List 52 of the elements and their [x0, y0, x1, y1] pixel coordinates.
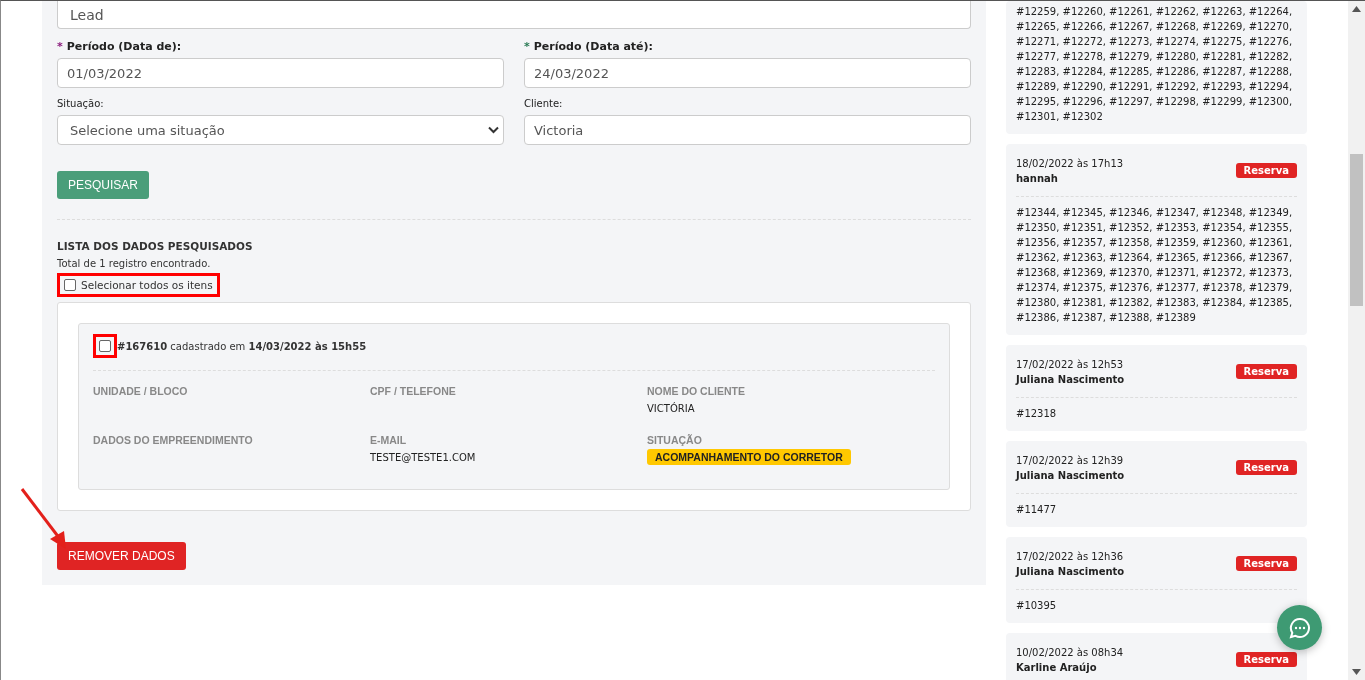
date-from-label: Período (Data de): — [66, 40, 182, 53]
field-label: DADOS DO EMPREENDIMENTO — [93, 434, 254, 446]
history-units: #12259, #12260, #12261, #12262, #12263, #12264, #12265, #12266, #12267, #12268, #12269, #12270, #12271, #12272, #12273, #12274, #12275, #12276, #12277, #12278, #12279, #12280, #12281, #12282, #12283, #12284, #12285, #12286, #12287, #12288, #12289, #12290, #12291, #12292, #12293, #12294, #12295, #12296, #12297, #12298, #12299, #12300, #12301, #12302 — [1016, 5, 1294, 124]
results-count: Total de 1 registro encontrado. — [57, 258, 212, 269]
history-date: 17/02/2022 às 12h53 — [1016, 359, 1125, 370]
required-mark: * — [524, 40, 530, 53]
date-to-label: Período (Data até): — [533, 40, 653, 53]
history-date: 18/02/2022 às 17h13 — [1016, 158, 1124, 169]
chat-bubble-icon — [1288, 616, 1311, 639]
field-label: SITUAÇÃO — [647, 434, 703, 446]
history-units: #10395 — [1016, 599, 1058, 613]
results-title: LISTA DOS DADOS PESQUISADOS — [57, 240, 254, 252]
status-label: Situação: — [57, 98, 105, 111]
history-units: #12344, #12345, #12346, #12347, #12348, #12349, #12350, #12351, #12352, #12353, #12354, #12355, #12356, #12357, #12358, #12359, #12360, #12361, #12362, #12363, #12364, #12365, #12366, #12367, #12368, #12369, #12370, #12371, #12372, #12373, #12374, #12375, #12376, #12377, #12378, #12379, #12380, #12381, #12382, #12383, #12384, #12385, #12386, #12387, #12388, #12389 — [1016, 206, 1294, 325]
history-name: Juliana Nascimento — [1016, 566, 1125, 577]
remove-button[interactable]: REMOVER DADOS — [57, 542, 186, 570]
history-date: 10/02/2022 às 08h34 — [1016, 647, 1124, 658]
history-name: Juliana Nascimento — [1016, 470, 1125, 481]
history-name: Karline Araújo — [1016, 662, 1098, 673]
history-name: Juliana Nascimento — [1016, 374, 1125, 385]
scrollbar[interactable] — [1348, 1, 1365, 680]
reserva-tag: Reserva — [1235, 364, 1297, 379]
reserva-tag: Reserva — [1235, 460, 1297, 475]
client-field[interactable]: Victoria — [524, 115, 971, 145]
required-mark: * — [57, 40, 63, 53]
field-label: E-MAIL — [370, 434, 408, 446]
scroll-down-icon[interactable] — [1352, 669, 1361, 675]
scroll-up-icon[interactable] — [1352, 6, 1361, 12]
field-label: NOME DO CLIENTE — [647, 385, 746, 397]
record-checkbox[interactable] — [99, 340, 111, 352]
history-units: #12318 — [1016, 407, 1058, 421]
history-date: 17/02/2022 às 12h39 — [1016, 455, 1125, 466]
date-to-field[interactable]: 24/03/2022 — [524, 58, 971, 88]
field-value: VICTÓRIA — [647, 403, 696, 414]
client-label: Cliente: — [524, 98, 564, 111]
reserva-tag: Reserva — [1235, 163, 1297, 178]
reserva-tag: Reserva — [1235, 652, 1297, 667]
scrollbar-thumb[interactable] — [1350, 154, 1363, 306]
reserva-tag: Reserva — [1235, 556, 1297, 571]
select-all-checkbox[interactable]: Selecionar todos os itens — [57, 273, 220, 297]
history-date: 17/02/2022 às 12h36 — [1016, 551, 1125, 562]
history-name: hannah — [1016, 173, 1059, 184]
status-badge: ACOMPANHAMENTO DO CORRETOR — [647, 449, 851, 465]
record-header: #167610 cadastrado em 14/03/2022 às 15h55 — [117, 340, 367, 352]
field-label: UNIDADE / BLOCO — [93, 385, 189, 397]
chevron-down-icon — [488, 126, 499, 134]
date-from-field[interactable]: 01/03/2022 — [57, 58, 504, 88]
type-select[interactable]: Lead — [57, 1, 971, 29]
field-label: CPF / TELEFONE — [370, 385, 457, 397]
history-units: #11477 — [1016, 503, 1058, 517]
field-value: TESTE@TESTE1.COM — [370, 452, 477, 463]
status-select[interactable]: Selecione uma situação — [57, 115, 504, 145]
